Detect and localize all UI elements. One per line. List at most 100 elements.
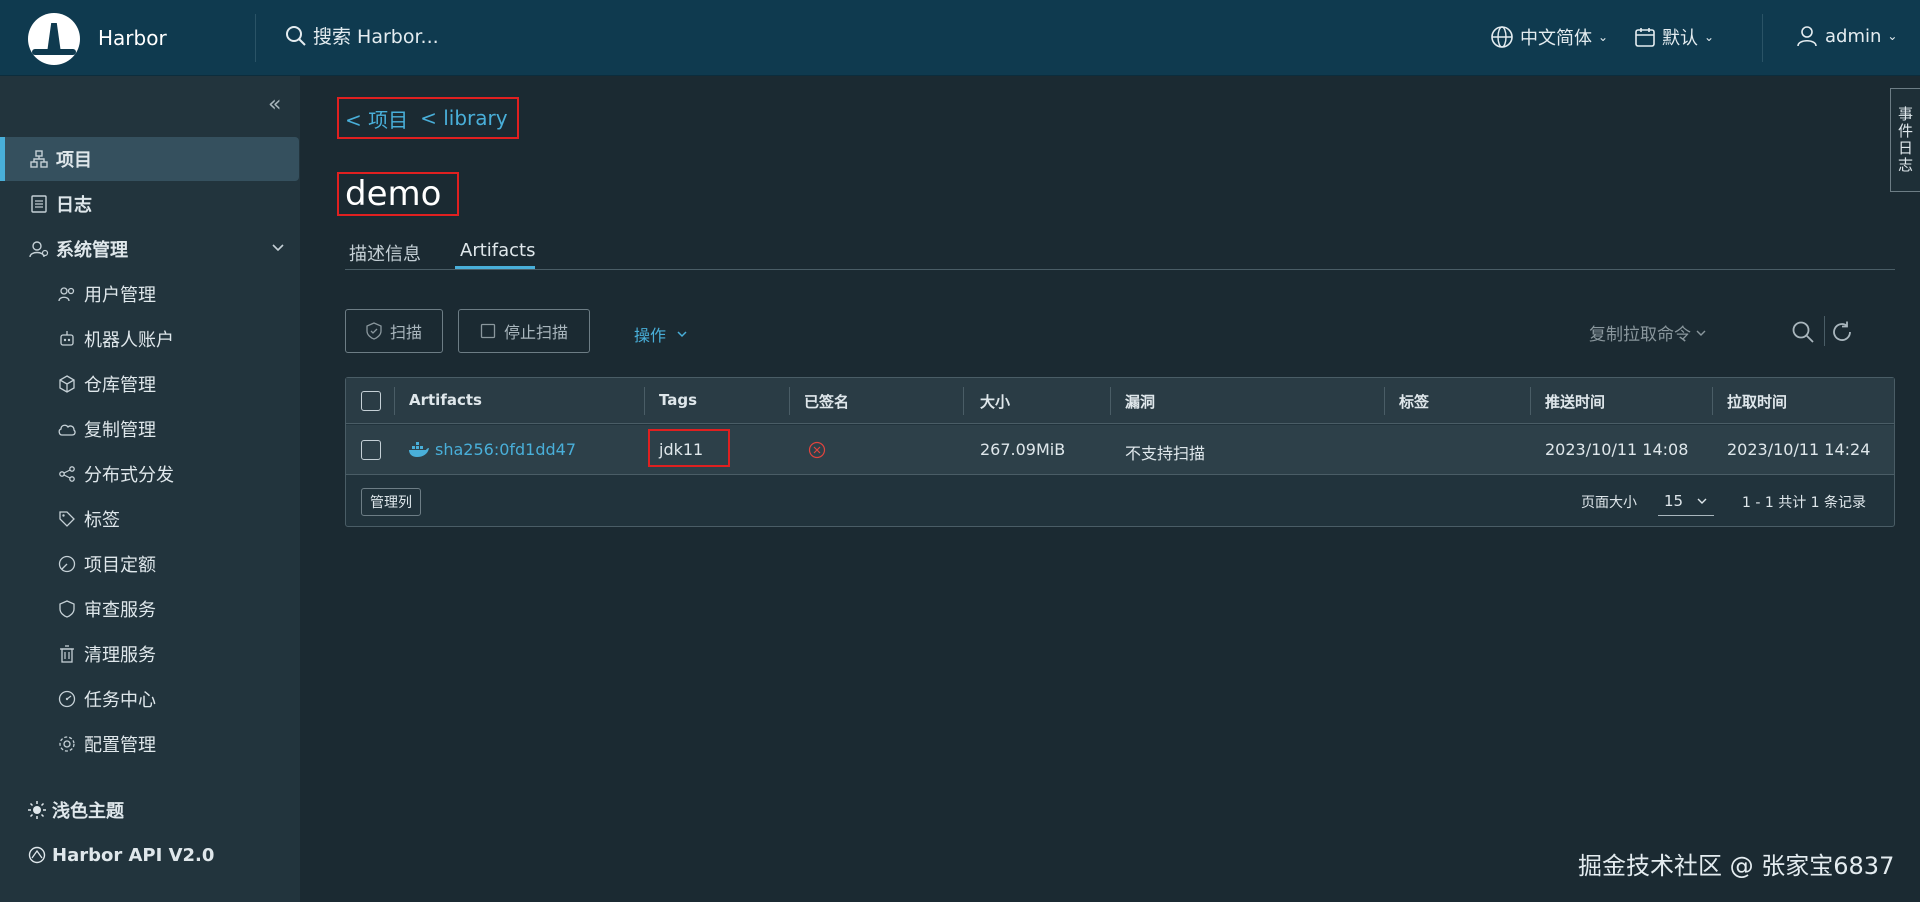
harbor-logo-icon[interactable] xyxy=(28,13,80,65)
date-format-selector[interactable]: 默认 ⌄ xyxy=(1634,24,1714,50)
column-header[interactable]: 拉取时间 xyxy=(1727,391,1787,412)
gear-icon xyxy=(56,733,78,755)
sidebar-item-registries[interactable]: 仓库管理 xyxy=(0,362,300,406)
top-header: Harbor 搜索 Harbor... 中文简体 ⌄ 默认 ⌄ admin ⌄ xyxy=(0,0,1920,76)
api-label: Harbor API V2.0 xyxy=(52,844,215,866)
chevron-down-icon xyxy=(1697,498,1707,504)
robot-icon xyxy=(56,328,78,350)
brand-name[interactable]: Harbor xyxy=(98,26,167,50)
copy-pull-command-dropdown[interactable]: 复制拉取命令 xyxy=(1589,320,1707,345)
event-log-tab[interactable]: 事件日志 xyxy=(1890,88,1920,192)
sidebar-item-label: 用户管理 xyxy=(84,285,156,306)
sidebar-item-interrogation[interactable]: 审查服务 xyxy=(0,587,300,631)
replication-icon xyxy=(56,418,78,440)
shield-icon xyxy=(56,598,78,620)
sidebar-item-admin[interactable]: 系统管理 xyxy=(0,227,300,271)
calendar-icon xyxy=(1635,28,1655,47)
docker-icon xyxy=(408,442,430,462)
scan-label: 扫描 xyxy=(389,323,422,342)
search-icon[interactable] xyxy=(1791,320,1815,348)
api-link[interactable]: Harbor API V2.0 xyxy=(0,835,300,875)
active-tab-indicator xyxy=(455,266,535,269)
chevron-down-icon xyxy=(677,331,687,338)
sidebar-item-label: 系统管理 xyxy=(56,240,128,261)
table-header: Artifacts Tags 已签名 大小 漏洞 标签 推送时间 拉取时间 xyxy=(346,378,1894,424)
sidebar-item-jobs[interactable]: 任务中心 xyxy=(0,677,300,721)
chevron-down-icon xyxy=(270,239,286,260)
sidebar-item-label: 日志 xyxy=(56,195,92,216)
globe-icon xyxy=(1491,26,1513,48)
sidebar-item-replications[interactable]: 复制管理 xyxy=(0,407,300,451)
chevron-down-icon: ⌄ xyxy=(1887,29,1898,43)
shield-icon xyxy=(366,322,382,340)
theme-label: 浅色主题 xyxy=(52,801,124,822)
quota-icon xyxy=(56,553,78,575)
column-header[interactable]: 标签 xyxy=(1399,391,1429,412)
sidebar-item-label: 任务中心 xyxy=(84,690,156,711)
chevron-down-icon: ⌄ xyxy=(1704,30,1715,44)
search-icon xyxy=(286,25,306,46)
push-time-cell: 2023/10/11 14:08 xyxy=(1545,440,1689,459)
page-size-label: 页面大小 xyxy=(1581,495,1637,511)
chevron-down-icon: ⌄ xyxy=(1598,30,1609,44)
sidebar-item-logs[interactable]: 日志 xyxy=(0,182,300,226)
sidebar-item-projects[interactable]: 项目 xyxy=(0,137,299,181)
column-header[interactable]: Tags xyxy=(659,391,697,409)
sidebar-item-configuration[interactable]: 配置管理 xyxy=(0,722,300,766)
actions-dropdown[interactable]: 操作 xyxy=(634,322,688,346)
manage-columns-button[interactable]: 管理列 xyxy=(361,488,421,516)
breadcrumb-library-link[interactable]: < library xyxy=(420,106,507,130)
artifact-digest-link[interactable]: sha256:0fd1dd47 xyxy=(435,440,576,459)
sidebar-item-distribution[interactable]: 分布式分发 xyxy=(0,452,300,496)
language-selector[interactable]: 中文简体 ⌄ xyxy=(1490,24,1608,50)
header-divider xyxy=(1762,14,1763,62)
tab-artifacts[interactable]: Artifacts xyxy=(460,240,535,261)
tab-info[interactable]: 描述信息 xyxy=(349,240,421,266)
tab-bar: 描述信息 Artifacts xyxy=(345,236,1895,270)
sidebar-item-robots[interactable]: 机器人账户 xyxy=(0,317,300,361)
logs-icon xyxy=(28,193,50,215)
page-size-value: 15 xyxy=(1664,491,1684,510)
sidebar-item-label: 仓库管理 xyxy=(84,375,156,396)
sidebar-item-label: 机器人账户 xyxy=(84,330,174,351)
column-header[interactable]: 已签名 xyxy=(804,391,849,412)
sidebar-item-label: 项目 xyxy=(56,150,92,171)
scan-button[interactable]: 扫描 xyxy=(345,309,443,353)
sidebar-item-label: 复制管理 xyxy=(84,420,156,441)
user-menu[interactable]: admin ⌄ xyxy=(1795,24,1897,48)
registry-icon xyxy=(56,373,78,395)
page-size-select[interactable]: 15 xyxy=(1658,486,1714,516)
column-header[interactable]: 漏洞 xyxy=(1125,391,1155,412)
label-icon xyxy=(56,508,78,530)
select-all-checkbox[interactable] xyxy=(361,391,381,411)
breadcrumb-projects-link[interactable]: < 项目 xyxy=(345,104,408,133)
vulnerability-cell: 不支持扫描 xyxy=(1125,444,1206,463)
copy-pull-label: 复制拉取命令 xyxy=(1589,325,1691,345)
collapse-sidebar-icon[interactable]: « xyxy=(268,92,281,117)
sidebar-item-label: 标签 xyxy=(84,510,120,531)
table-row[interactable]: sha256:0fd1dd47 jdk11 267.09MiB 不支持扫描 20… xyxy=(346,425,1894,475)
global-search[interactable]: 搜索 Harbor... xyxy=(285,22,439,49)
not-signed-icon xyxy=(808,441,826,463)
row-checkbox[interactable] xyxy=(361,440,381,460)
column-header[interactable]: 大小 xyxy=(980,391,1010,412)
search-placeholder[interactable]: 搜索 Harbor... xyxy=(313,22,439,49)
sidebar-item-users[interactable]: 用户管理 xyxy=(0,272,300,316)
user-icon xyxy=(1797,26,1817,47)
sidebar-item-cleanup[interactable]: 清理服务 xyxy=(0,632,300,676)
api-icon xyxy=(28,846,46,864)
refresh-icon[interactable] xyxy=(1830,320,1854,348)
users-icon xyxy=(56,283,78,305)
column-header[interactable]: 推送时间 xyxy=(1545,391,1605,412)
sidebar: « 项目 日志 系统管理 用户管理 机器人账户 仓库管理 复制管理 分布式分发 … xyxy=(0,76,300,902)
stop-scan-button[interactable]: 停止扫描 xyxy=(458,309,590,353)
column-header[interactable]: Artifacts xyxy=(409,391,482,409)
theme-toggle[interactable]: 浅色主题 xyxy=(0,790,300,830)
sun-icon xyxy=(28,801,46,819)
sidebar-item-labels[interactable]: 标签 xyxy=(0,497,300,541)
pull-time-cell: 2023/10/11 14:24 xyxy=(1727,440,1871,459)
sidebar-item-label: 分布式分发 xyxy=(84,465,174,486)
sidebar-item-label: 配置管理 xyxy=(84,735,156,756)
sidebar-item-quotas[interactable]: 项目定额 xyxy=(0,542,300,586)
header-divider xyxy=(255,14,256,62)
